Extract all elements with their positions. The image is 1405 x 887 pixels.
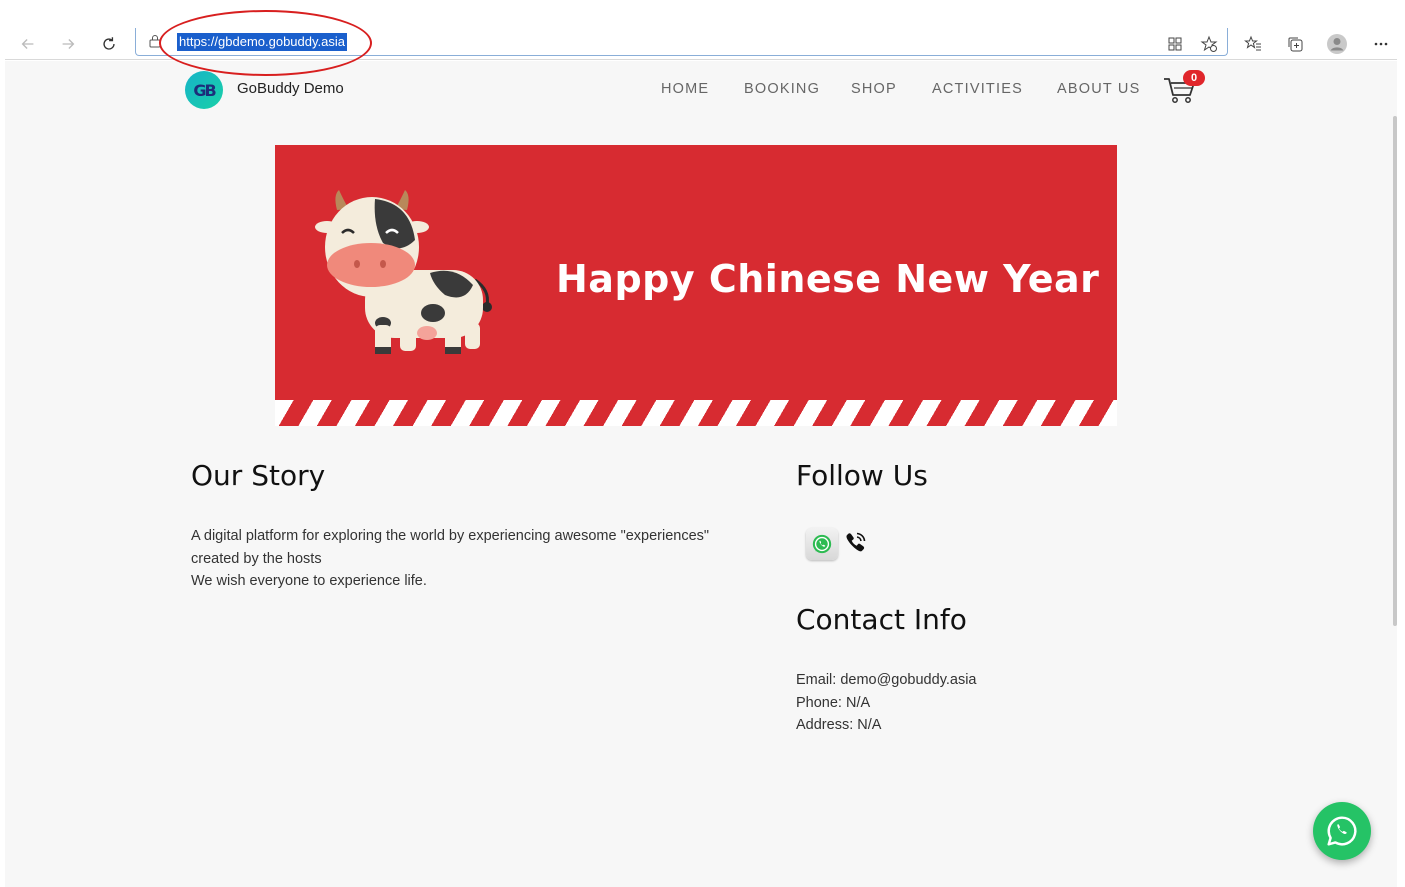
contact-email: Email: demo@gobuddy.asia [796, 672, 977, 688]
cow-illustration [315, 190, 492, 354]
cart-count-badge: 0 [1183, 70, 1205, 86]
our-story-heading: Our Story [191, 459, 326, 492]
web-page: GB GoBuddy Demo HOME BOOKING SHOP ACTIVI… [5, 61, 1397, 887]
browser-toolbar: https://gbdemo.gobuddy.asia [5, 28, 1397, 60]
menu-booking[interactable]: BOOKING [744, 81, 820, 97]
contact-phone: Phone: N/A [796, 695, 871, 711]
banner-title: Happy Chinese New Year [556, 257, 1100, 301]
menu-home[interactable]: HOME [661, 81, 709, 97]
refresh-icon[interactable] [96, 31, 122, 57]
address-bar[interactable]: https://gbdemo.gobuddy.asia [135, 28, 1228, 56]
forward-arrow-icon[interactable] [55, 31, 81, 57]
menu-activities[interactable]: ACTIVITIES [932, 81, 1023, 97]
more-icon[interactable] [1369, 32, 1393, 56]
our-story-line-2: created by the hosts [191, 551, 322, 567]
brand-name[interactable]: GoBuddy Demo [237, 80, 344, 97]
contact-address: Address: N/A [796, 717, 882, 733]
menu-shop[interactable]: SHOP [851, 81, 897, 97]
whatsapp-icon [1327, 816, 1357, 846]
lock-icon[interactable] [148, 34, 162, 48]
profile-icon[interactable] [1325, 32, 1349, 56]
page-scrollbar[interactable] [1393, 116, 1397, 626]
follow-us-heading: Follow Us [796, 459, 928, 492]
whatsapp-icon[interactable] [806, 528, 838, 560]
our-story-line-1: A digital platform for exploring the wor… [191, 528, 710, 544]
add-favorite-icon[interactable] [1197, 32, 1221, 56]
back-arrow-icon[interactable] [15, 31, 41, 57]
url-text[interactable]: https://gbdemo.gobuddy.asia [177, 33, 347, 51]
promo-banner[interactable]: Happy Chinese New Year [275, 145, 1117, 426]
whatsapp-chat-button[interactable] [1313, 802, 1371, 860]
favorites-icon[interactable] [1241, 32, 1265, 56]
apps-icon[interactable] [1163, 32, 1187, 56]
banner-stripes [275, 400, 1117, 426]
collections-icon[interactable] [1283, 32, 1307, 56]
menu-about-us[interactable]: ABOUT US [1057, 81, 1140, 97]
contact-info-heading: Contact Info [796, 603, 967, 636]
phone-icon[interactable] [842, 530, 868, 556]
site-logo[interactable]: GB [185, 71, 223, 109]
our-story-line-3: We wish everyone to experience life. [191, 573, 427, 589]
